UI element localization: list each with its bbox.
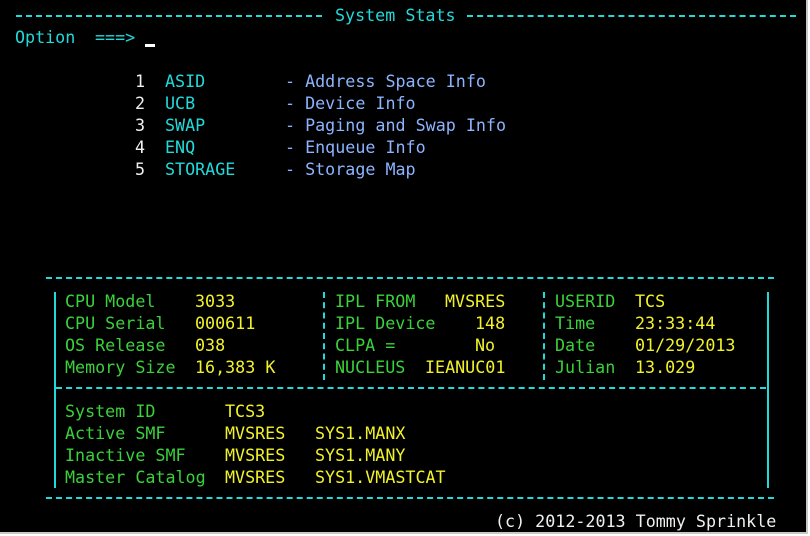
time-label: Time: [555, 313, 596, 333]
menu-item-description: - Paging and Swap Info: [285, 115, 507, 135]
memory-size-value: 16,383 K: [195, 357, 276, 377]
terminal-screen: System Stats Option ===> 1 ASID - Addres…: [0, 0, 808, 534]
memory-size-label: Memory Size: [65, 357, 176, 377]
clpa-label: CLPA =: [335, 335, 396, 355]
os-release-label: OS Release: [65, 335, 166, 355]
option-label: Option: [15, 27, 76, 47]
menu-item-number: 4: [135, 137, 146, 157]
menu-item-number: 1: [135, 71, 146, 91]
stats-box-left-border: [54, 292, 56, 488]
active-smf-label: Active SMF: [65, 423, 166, 443]
system-id-value: TCS3: [225, 401, 266, 421]
menu-item-number: 5: [135, 159, 146, 179]
stats-box-bottom-rule: [46, 497, 774, 499]
header-rule-left: [16, 15, 322, 17]
ipl-device-label: IPL Device: [335, 313, 436, 333]
menu-item-description: - Address Space Info: [285, 71, 486, 91]
inactive-smf-volume: MVSRES: [225, 445, 286, 465]
master-catalog-label: Master Catalog: [65, 467, 206, 487]
menu-item-command[interactable]: SWAP: [165, 114, 205, 136]
master-catalog-dataset: SYS1.VMASTCAT: [315, 467, 446, 487]
cpu-serial-label: CPU Serial: [65, 313, 166, 333]
os-release-value: 038: [195, 335, 226, 355]
menu-item-description: - Storage Map: [285, 159, 416, 179]
stats-divider-1: [323, 292, 325, 380]
menu-item-description: - Device Info: [285, 93, 416, 113]
userid-value: TCS: [635, 291, 666, 311]
menu-item-number: 3: [135, 115, 146, 135]
stats-box-middle-rule: [56, 387, 766, 389]
nucleus-label: NUCLEUS: [335, 357, 406, 377]
inactive-smf-label: Inactive SMF: [65, 445, 186, 465]
option-arrow: ===>: [95, 27, 136, 47]
julian-label: Julian: [555, 357, 616, 377]
master-catalog-volume: MVSRES: [225, 467, 286, 487]
date-value: 01/29/2013: [635, 335, 736, 355]
stats-box-top-rule: [46, 277, 774, 279]
ipl-device-value: 148: [475, 313, 506, 333]
text-cursor: [145, 44, 155, 47]
menu-item-command[interactable]: ENQ: [165, 136, 195, 158]
cpu-serial-value: 000611: [195, 313, 256, 333]
nucleus-value: IEANUC01: [425, 357, 506, 377]
julian-value: 13.029: [635, 357, 696, 377]
stats-divider-2: [543, 292, 545, 380]
ipl-from-value: MVSRES: [445, 291, 506, 311]
clpa-value: No: [475, 335, 496, 355]
active-smf-volume: MVSRES: [225, 423, 286, 443]
menu-item-number: 2: [135, 93, 146, 113]
header-rule-right: [467, 15, 796, 17]
stats-box-right-border: [767, 292, 769, 488]
system-id-label: System ID: [65, 401, 156, 421]
time-value: 23:33:44: [635, 313, 716, 333]
copyright-footer: (c) 2012-2013 Tommy Sprinkle: [495, 511, 777, 531]
active-smf-dataset: SYS1.MANX: [315, 423, 406, 443]
page-title: System Stats: [335, 5, 456, 25]
menu-item-command[interactable]: STORAGE: [165, 158, 235, 180]
cpu-model-label: CPU Model: [65, 291, 156, 311]
option-input[interactable]: [145, 26, 345, 48]
menu-item-description: - Enqueue Info: [285, 137, 426, 157]
menu-item-command[interactable]: UCB: [165, 92, 195, 114]
ipl-from-label: IPL FROM: [335, 291, 416, 311]
date-label: Date: [555, 335, 596, 355]
cpu-model-value: 3033: [195, 291, 236, 311]
inactive-smf-dataset: SYS1.MANY: [315, 445, 406, 465]
menu-item-command[interactable]: ASID: [165, 70, 205, 92]
userid-label: USERID: [555, 291, 616, 311]
